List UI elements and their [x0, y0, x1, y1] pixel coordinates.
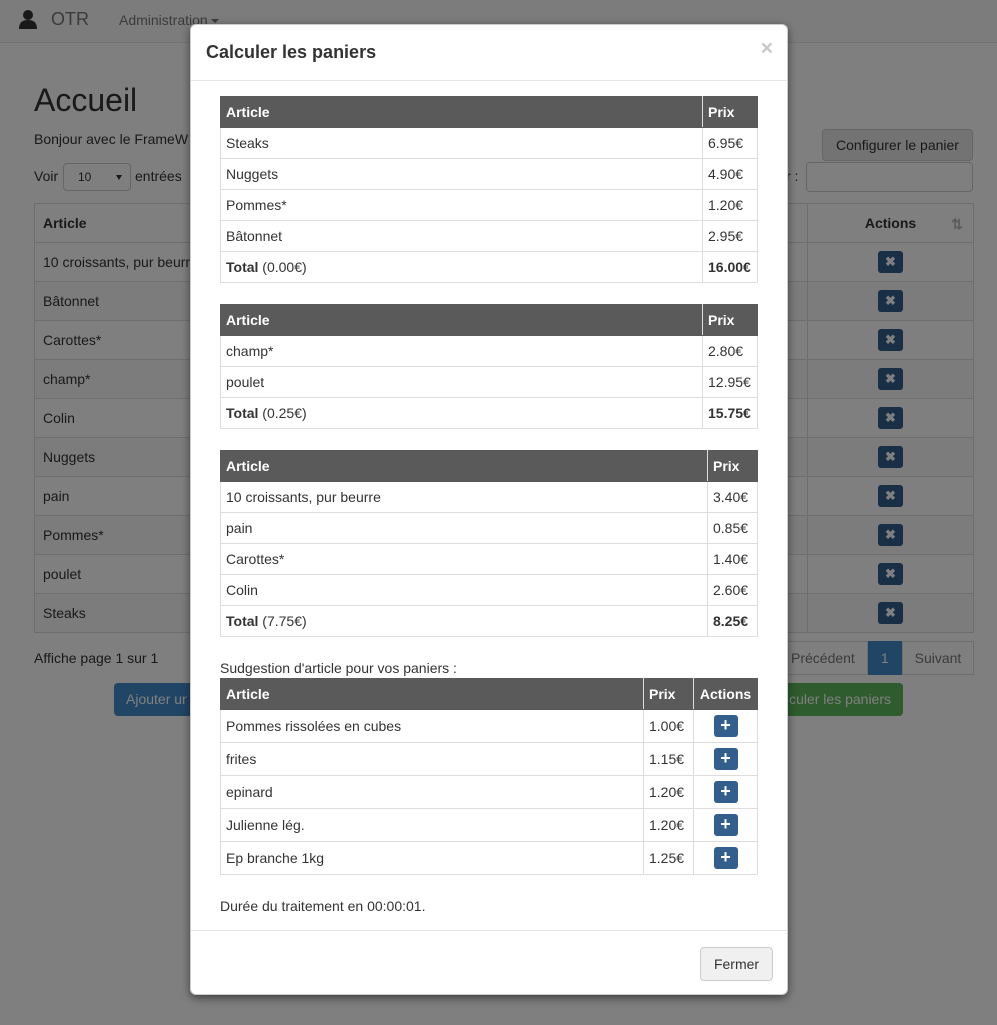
- modal-footer: Fermer: [191, 930, 787, 994]
- col-article-header: Article: [220, 304, 703, 336]
- add-suggestion-button[interactable]: +: [713, 847, 738, 869]
- add-suggestion-button[interactable]: +: [713, 781, 738, 803]
- total-label: Total: [226, 259, 259, 275]
- col-article-header: Article: [220, 450, 708, 482]
- basket-item-row: Steaks 6.95€: [220, 127, 758, 159]
- basket-item-row: pain 0.85€: [220, 512, 758, 544]
- item-price: 1.20€: [702, 189, 758, 221]
- item-name: Bâtonnet: [220, 220, 703, 252]
- close-button[interactable]: Fermer: [700, 947, 773, 981]
- item-price: 12.95€: [702, 366, 758, 398]
- suggestion-name: Julienne lég.: [220, 808, 644, 842]
- suggestion-row: Julienne lég. 1.20€ +: [220, 808, 758, 842]
- basket-item-row: 10 croissants, pur beurre 3.40€: [220, 481, 758, 513]
- suggestion-label: Sudgestion d'article pour vos paniers :: [220, 660, 457, 676]
- suggestion-price: 1.20€: [643, 775, 694, 809]
- basket-total-row: Total (0.25€) 15.75€: [220, 397, 758, 429]
- item-name: Nuggets: [220, 158, 703, 190]
- item-name: Steaks: [220, 127, 703, 159]
- suggestions-table: Article Prix Actions Pommes rissolées en cu…: [220, 678, 758, 875]
- suggestion-actions: +: [693, 742, 758, 776]
- item-price: 2.60€: [707, 574, 758, 606]
- basket-total-row: Total (0.00€) 16.00€: [220, 251, 758, 283]
- col-price-header: Prix: [702, 304, 758, 336]
- item-price: 2.80€: [702, 335, 758, 367]
- item-name: champ*: [220, 335, 703, 367]
- basket-item-row: Bâtonnet 2.95€: [220, 220, 758, 252]
- suggestion-row: Ep branche 1kg 1.25€ +: [220, 841, 758, 875]
- total-discount: (0.25€): [262, 405, 307, 421]
- basket-item-row: Pommes* 1.20€: [220, 189, 758, 221]
- item-price: 6.95€: [702, 127, 758, 159]
- col-actions-header: Actions: [693, 678, 758, 710]
- total-value: 15.75€: [702, 397, 758, 429]
- basket-header-row: Article Prix: [220, 96, 758, 128]
- add-suggestion-button[interactable]: +: [713, 715, 738, 737]
- basket-item-row: Nuggets 4.90€: [220, 158, 758, 190]
- suggestion-price: 1.20€: [643, 808, 694, 842]
- item-name: pain: [220, 512, 708, 544]
- item-price: 1.40€: [707, 543, 758, 575]
- modal-title: Calculer les paniers: [206, 42, 377, 62]
- suggestion-actions: +: [693, 841, 758, 875]
- item-name: Colin: [220, 574, 708, 606]
- total-cell: Total (7.75€): [220, 605, 708, 637]
- item-price: 2.95€: [702, 220, 758, 252]
- suggestion-name: frites: [220, 742, 644, 776]
- total-value: 8.25€: [707, 605, 758, 637]
- item-price: 4.90€: [702, 158, 758, 190]
- suggestion-row: epinard 1.20€ +: [220, 775, 758, 809]
- item-name: poulet: [220, 366, 703, 398]
- col-article-header: Article: [220, 96, 703, 128]
- basket-table: Article Prix 10 croissants, pur beurre 3.40…: [220, 450, 758, 637]
- basket-total-row: Total (7.75€) 8.25€: [220, 605, 758, 637]
- suggestion-name: Pommes rissolées en cubes: [220, 709, 644, 743]
- total-discount: (0.00€): [262, 259, 307, 275]
- suggestion-actions: +: [693, 775, 758, 809]
- suggestion-price: 1.15€: [643, 742, 694, 776]
- basket-table: Article Prix Steaks 6.95€ Nuggets 4.90€ Pommes…: [220, 96, 758, 283]
- suggestion-name: epinard: [220, 775, 644, 809]
- total-value: 16.00€: [702, 251, 758, 283]
- basket-item-row: Carottes* 1.40€: [220, 543, 758, 575]
- suggestion-actions: +: [693, 808, 758, 842]
- col-price-header: Prix: [643, 678, 694, 710]
- calc-baskets-modal: Calculer les paniers × Article Prix Steaks…: [190, 24, 788, 995]
- total-discount: (7.75€): [262, 613, 307, 629]
- total-label: Total: [226, 613, 259, 629]
- suggestion-row: frites 1.15€ +: [220, 742, 758, 776]
- col-price-header: Prix: [707, 450, 758, 482]
- item-name: Carottes*: [220, 543, 708, 575]
- basket-item-row: poulet 12.95€: [220, 366, 758, 398]
- total-cell: Total (0.25€): [220, 397, 703, 429]
- suggestion-price: 1.25€: [643, 841, 694, 875]
- suggestion-price: 1.00€: [643, 709, 694, 743]
- modal-header: Calculer les paniers ×: [191, 25, 787, 81]
- basket-item-row: Colin 2.60€: [220, 574, 758, 606]
- close-icon[interactable]: ×: [761, 37, 773, 61]
- processing-duration: Durée du traitement en 00:00:01.: [220, 898, 426, 914]
- col-article-header: Article: [220, 678, 644, 710]
- basket-item-row: champ* 2.80€: [220, 335, 758, 367]
- basket-header-row: Article Prix: [220, 304, 758, 336]
- item-price: 3.40€: [707, 481, 758, 513]
- total-cell: Total (0.00€): [220, 251, 703, 283]
- basket-table: Article Prix champ* 2.80€ poulet 12.95€ Total …: [220, 304, 758, 429]
- suggestion-row: Pommes rissolées en cubes 1.00€ +: [220, 709, 758, 743]
- add-suggestion-button[interactable]: +: [713, 748, 738, 770]
- item-price: 0.85€: [707, 512, 758, 544]
- suggestion-actions: +: [693, 709, 758, 743]
- add-suggestion-button[interactable]: +: [713, 814, 738, 836]
- suggestions-header-row: Article Prix Actions: [220, 678, 758, 710]
- total-label: Total: [226, 405, 259, 421]
- suggestion-name: Ep branche 1kg: [220, 841, 644, 875]
- col-price-header: Prix: [702, 96, 758, 128]
- item-name: Pommes*: [220, 189, 703, 221]
- item-name: 10 croissants, pur beurre: [220, 481, 708, 513]
- basket-header-row: Article Prix: [220, 450, 758, 482]
